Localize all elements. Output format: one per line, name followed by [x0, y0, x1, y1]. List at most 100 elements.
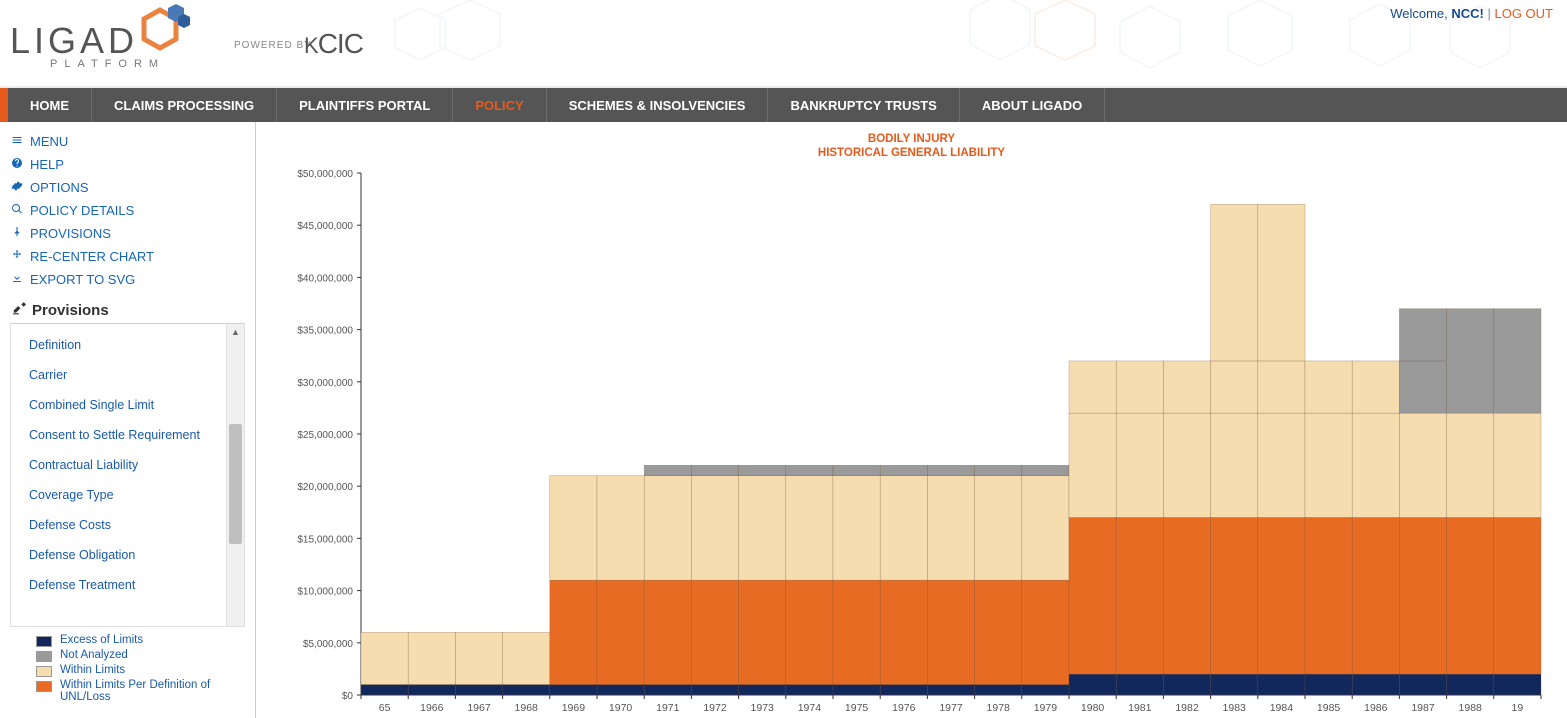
bar-segment[interactable]: [833, 580, 880, 684]
bar-segment[interactable]: [1305, 674, 1352, 695]
bar-segment[interactable]: [691, 465, 738, 475]
bar-segment[interactable]: [361, 684, 408, 694]
nav-item-about-ligado[interactable]: ABOUT LIGADO: [960, 88, 1105, 122]
bar-segment[interactable]: [786, 465, 833, 475]
bar-segment[interactable]: [1399, 361, 1446, 413]
bar-segment[interactable]: [880, 476, 927, 580]
bar-segment[interactable]: [1211, 413, 1258, 517]
bar-segment[interactable]: [503, 684, 550, 694]
bar-segment[interactable]: [644, 684, 691, 694]
bar-segment[interactable]: [1069, 517, 1116, 674]
nav-item-schemes-insolvencies[interactable]: SCHEMES & INSOLVENCIES: [547, 88, 769, 122]
provision-coverage-type[interactable]: Coverage Type: [29, 480, 218, 510]
nav-item-home[interactable]: HOME: [8, 88, 92, 122]
bar-segment[interactable]: [1305, 517, 1352, 674]
provision-definition[interactable]: Definition: [29, 330, 218, 360]
provision-defense-treatment[interactable]: Defense Treatment: [29, 570, 218, 600]
bar-segment[interactable]: [1258, 204, 1305, 361]
bar-segment[interactable]: [1494, 308, 1541, 412]
bar-segment[interactable]: [975, 465, 1022, 475]
bar-segment[interactable]: [1069, 413, 1116, 517]
bar-segment[interactable]: [833, 476, 880, 580]
bar-segment[interactable]: [1163, 674, 1210, 695]
bar-segment[interactable]: [786, 580, 833, 684]
bar-segment[interactable]: [1447, 413, 1494, 517]
bar-segment[interactable]: [833, 465, 880, 475]
provision-defense-obligation[interactable]: Defense Obligation: [29, 540, 218, 570]
provision-carrier[interactable]: Carrier: [29, 360, 218, 390]
bar-segment[interactable]: [455, 684, 502, 694]
bar-segment[interactable]: [833, 684, 880, 694]
provision-contractual-liability[interactable]: Contractual Liability: [29, 450, 218, 480]
bar-segment[interactable]: [1163, 517, 1210, 674]
bar-segment[interactable]: [880, 580, 927, 684]
bar-segment[interactable]: [927, 465, 974, 475]
tool-policy-details[interactable]: POLICY DETAILS: [10, 199, 245, 222]
nav-item-claims-processing[interactable]: CLAIMS PROCESSING: [92, 88, 277, 122]
bar-segment[interactable]: [1022, 476, 1069, 580]
bar-segment[interactable]: [455, 632, 502, 684]
bar-segment[interactable]: [1494, 517, 1541, 674]
bar-segment[interactable]: [739, 465, 786, 475]
bar-segment[interactable]: [1352, 674, 1399, 695]
bar-segment[interactable]: [880, 684, 927, 694]
provision-consent-to-settle-requirement[interactable]: Consent to Settle Requirement: [29, 420, 218, 450]
provision-defense-costs[interactable]: Defense Costs: [29, 510, 218, 540]
legend-not-analyzed[interactable]: Not Analyzed: [36, 648, 241, 663]
legend-within-limits[interactable]: Within Limits: [36, 663, 241, 678]
nav-item-policy[interactable]: POLICY: [453, 88, 546, 122]
bar-segment[interactable]: [1211, 517, 1258, 674]
bar-segment[interactable]: [1399, 674, 1446, 695]
nav-item-plaintiffs-portal[interactable]: PLAINTIFFS PORTAL: [277, 88, 453, 122]
bar-segment[interactable]: [1305, 361, 1352, 413]
bar-segment[interactable]: [786, 684, 833, 694]
bar-segment[interactable]: [1022, 465, 1069, 475]
bar-segment[interactable]: [1116, 674, 1163, 695]
bar-segment[interactable]: [1399, 517, 1446, 674]
bar-segment[interactable]: [644, 465, 691, 475]
bar-segment[interactable]: [1399, 413, 1446, 517]
bar-segment[interactable]: [691, 684, 738, 694]
bar-segment[interactable]: [1069, 361, 1116, 413]
tool-export-to-svg[interactable]: EXPORT TO SVG: [10, 268, 245, 291]
bar-segment[interactable]: [1116, 361, 1163, 413]
legend-within-limits-per-definition-of-unl-loss[interactable]: Within Limits Per Definition of UNL/Loss: [36, 678, 241, 704]
bar-segment[interactable]: [1163, 361, 1210, 413]
bar-segment[interactable]: [975, 580, 1022, 684]
bar-segment[interactable]: [408, 684, 455, 694]
bar-segment[interactable]: [1258, 674, 1305, 695]
bar-segment[interactable]: [1305, 413, 1352, 517]
bar-segment[interactable]: [1352, 361, 1399, 413]
bar-segment[interactable]: [786, 476, 833, 580]
bar-segment[interactable]: [927, 476, 974, 580]
bar-segment[interactable]: [1211, 361, 1258, 413]
tool-menu[interactable]: MENU: [10, 130, 245, 153]
bar-segment[interactable]: [1352, 517, 1399, 674]
bar-segment[interactable]: [1258, 413, 1305, 517]
tool-help[interactable]: HELP: [10, 153, 245, 176]
provisions-scrollbar[interactable]: ▲: [226, 324, 244, 626]
bar-segment[interactable]: [1163, 413, 1210, 517]
bar-segment[interactable]: [644, 580, 691, 684]
bar-segment[interactable]: [975, 476, 1022, 580]
bar-segment[interactable]: [739, 684, 786, 694]
scroll-thumb[interactable]: [229, 424, 242, 544]
coverage-chart[interactable]: $0$5,000,000$10,000,000$15,000,000$20,00…: [266, 167, 1546, 718]
provision-combined-single-limit[interactable]: Combined Single Limit: [29, 390, 218, 420]
tool-provisions[interactable]: PROVISIONS: [10, 222, 245, 245]
bar-segment[interactable]: [927, 580, 974, 684]
bar-segment[interactable]: [597, 684, 644, 694]
bar-segment[interactable]: [503, 632, 550, 684]
bar-segment[interactable]: [1116, 517, 1163, 674]
bar-segment[interactable]: [1022, 580, 1069, 684]
bar-segment[interactable]: [1494, 674, 1541, 695]
bar-segment[interactable]: [880, 465, 927, 475]
tool-options[interactable]: OPTIONS: [10, 176, 245, 199]
bar-segment[interactable]: [1211, 674, 1258, 695]
bar-segment[interactable]: [691, 580, 738, 684]
bar-segment[interactable]: [361, 632, 408, 684]
bar-segment[interactable]: [597, 580, 644, 684]
bar-segment[interactable]: [550, 684, 597, 694]
bar-segment[interactable]: [1399, 308, 1446, 360]
nav-item-bankruptcy-trusts[interactable]: BANKRUPTCY TRUSTS: [768, 88, 959, 122]
